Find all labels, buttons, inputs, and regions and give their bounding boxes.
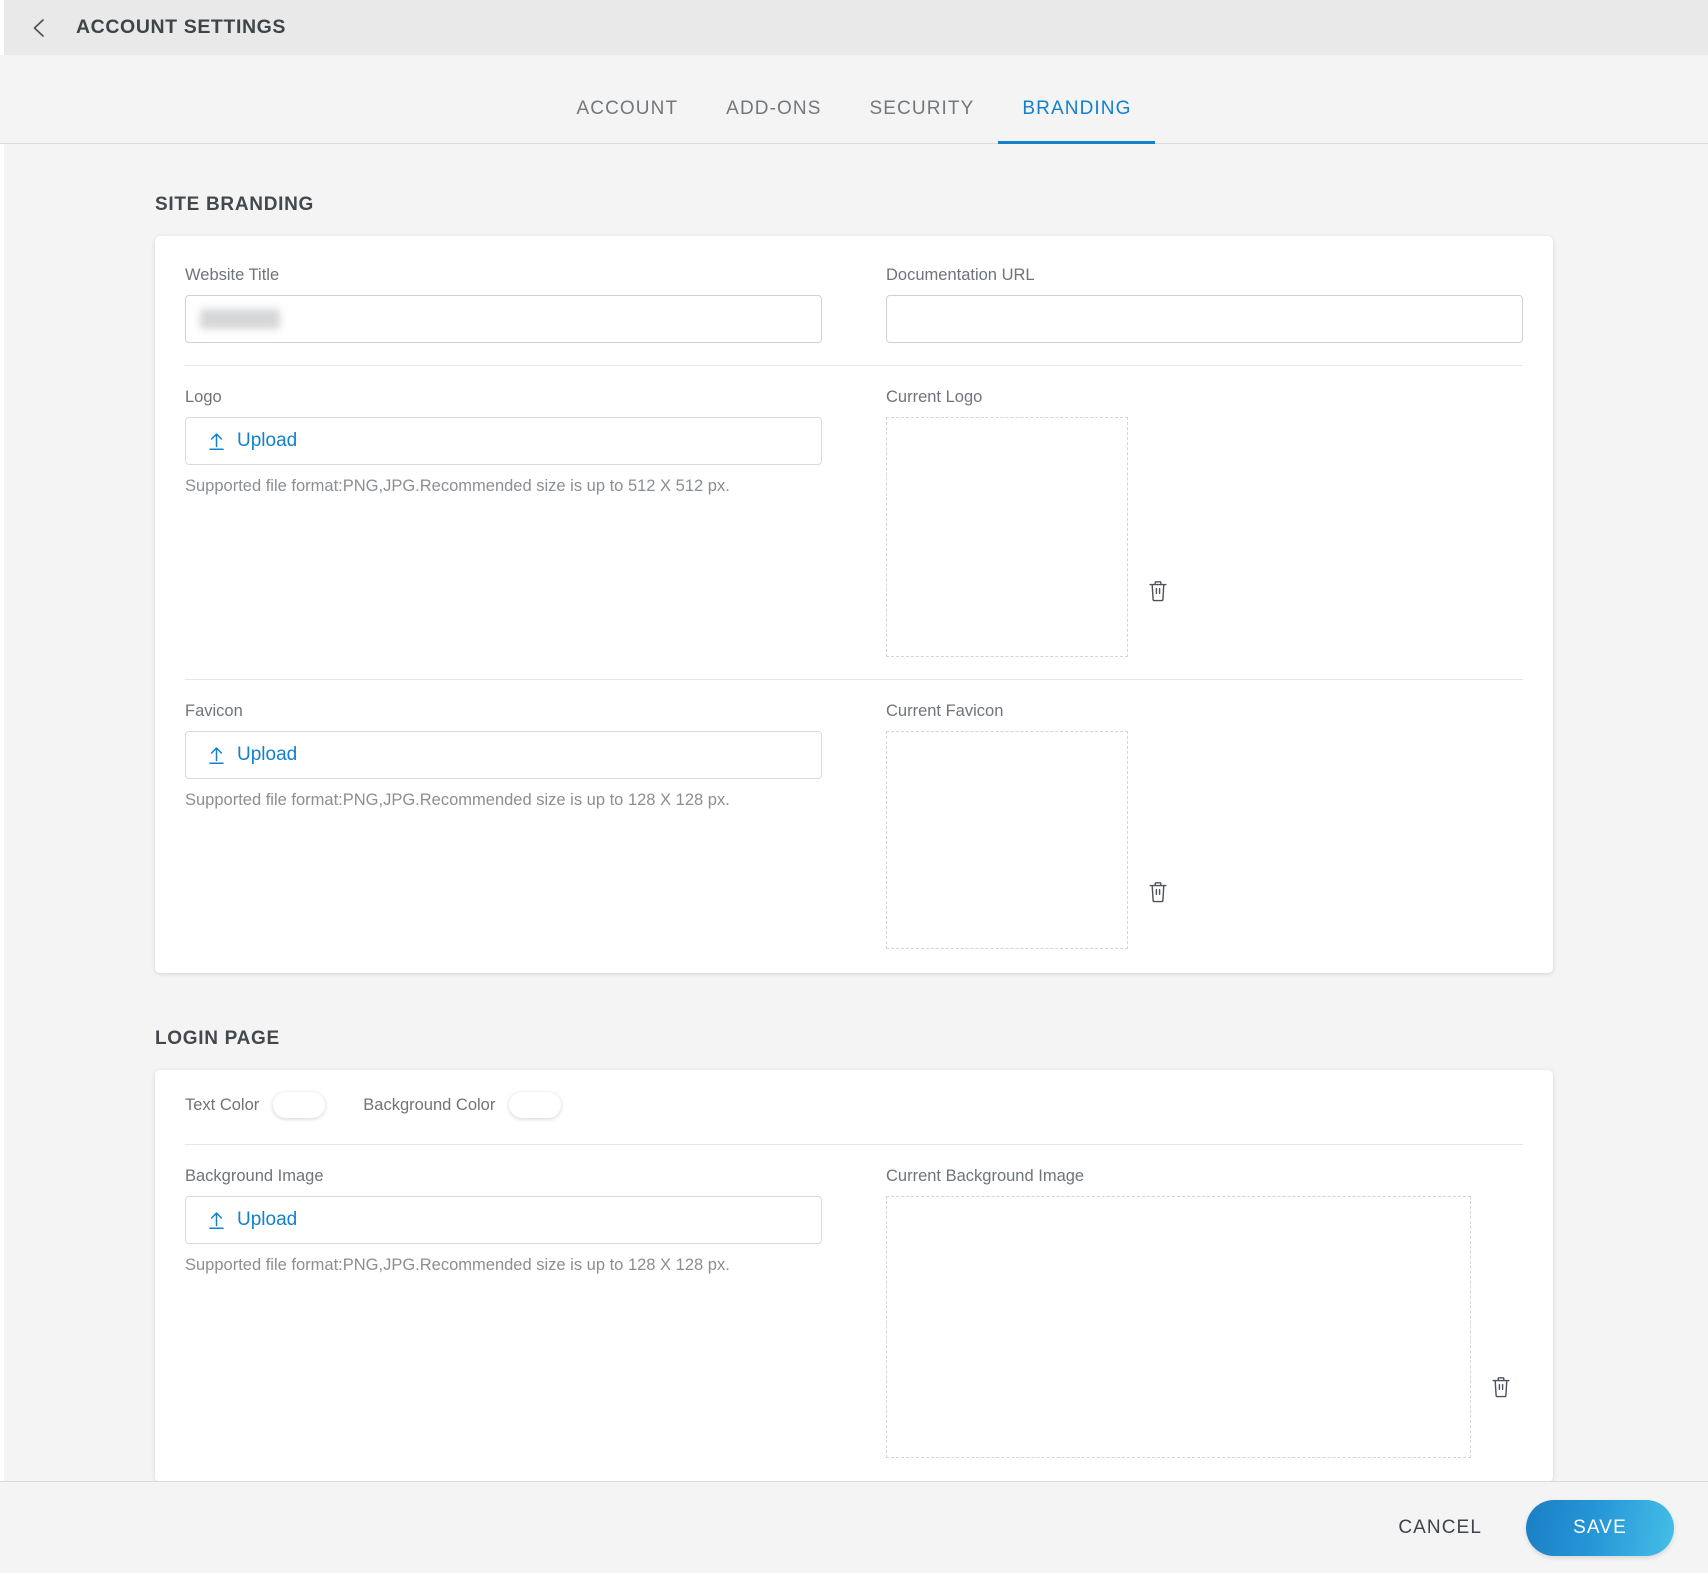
current-logo-field: Current Logo — [854, 388, 1523, 657]
current-background-image-preview-wrap — [886, 1196, 1523, 1458]
account-settings-page: ACCOUNT SETTINGS ACCOUNT ADD-ONS SECURIT… — [0, 0, 1708, 1573]
upload-arrow-icon — [208, 746, 225, 765]
logo-hint: Supported file format:PNG,JPG.Recommende… — [185, 477, 730, 495]
chevron-left-icon — [33, 18, 44, 37]
favicon-upload-button[interactable]: Upload — [185, 731, 822, 779]
section-title-login-page: LOGIN PAGE — [155, 1028, 280, 1049]
documentation-url-input[interactable] — [886, 295, 1523, 343]
background-image-upload-field: Background Image Upload Supported file f… — [185, 1167, 854, 1458]
background-color-swatch[interactable] — [509, 1092, 562, 1118]
delete-background-image-button[interactable] — [1479, 1365, 1523, 1409]
favicon-hint: Supported file format:PNG,JPG.Recommende… — [185, 791, 730, 809]
upload-arrow-icon — [208, 1211, 225, 1230]
logo-label: Logo — [185, 388, 222, 406]
save-button[interactable]: SAVE — [1526, 1499, 1674, 1556]
trash-icon — [1492, 1377, 1510, 1398]
current-favicon-label: Current Favicon — [886, 702, 1004, 720]
delete-logo-button[interactable] — [1136, 569, 1180, 613]
current-background-image-label: Current Background Image — [886, 1167, 1085, 1185]
current-logo-preview-wrap — [886, 417, 1523, 657]
back-button[interactable] — [22, 11, 56, 45]
cancel-button[interactable]: CANCEL — [1384, 1507, 1496, 1549]
trash-icon — [1149, 882, 1167, 903]
login-page-card: Text Color Background Color Background I… — [155, 1070, 1553, 1481]
documentation-url-label: Documentation URL — [886, 266, 1035, 284]
background-image-upload-label: Upload — [237, 1209, 298, 1230]
background-color-label: Background Color — [363, 1095, 496, 1114]
text-color-field: Text Color — [185, 1092, 326, 1118]
background-image-hint: Supported file format:PNG,JPG.Recommende… — [185, 1256, 730, 1274]
background-image-label: Background Image — [185, 1167, 324, 1185]
site-branding-card: Website Title Documentation URL Logo Upl… — [155, 236, 1553, 973]
favicon-upload-field: Favicon Upload Supported file format:PNG… — [185, 702, 854, 949]
divider-3 — [185, 1144, 1523, 1145]
row-background-image: Background Image Upload Supported file f… — [185, 1167, 1523, 1458]
logo-upload-field: Logo Upload Supported file format:PNG,JP… — [185, 388, 854, 657]
background-image-upload-button[interactable]: Upload — [185, 1196, 822, 1244]
favicon-upload-label: Upload — [237, 744, 298, 765]
divider-1 — [185, 365, 1523, 366]
website-title-label: Website Title — [185, 266, 280, 284]
tab-branding[interactable]: BRANDING — [998, 77, 1156, 144]
upload-arrow-icon — [208, 432, 225, 451]
divider-2 — [185, 679, 1523, 680]
page-title: ACCOUNT SETTINGS — [76, 16, 287, 38]
row-favicon: Favicon Upload Supported file format:PNG… — [185, 702, 1523, 949]
tab-security[interactable]: SECURITY — [846, 77, 999, 143]
current-background-image-field: Current Background Image — [854, 1167, 1523, 1458]
text-color-label: Text Color — [185, 1095, 260, 1114]
current-logo-label: Current Logo — [886, 388, 983, 406]
current-favicon-preview-wrap — [886, 731, 1523, 949]
logo-upload-button[interactable]: Upload — [185, 417, 822, 465]
top-bar: ACCOUNT SETTINGS — [0, 0, 1708, 55]
row-logo: Logo Upload Supported file format:PNG,JP… — [185, 388, 1523, 657]
website-title-field: Website Title — [185, 266, 854, 343]
delete-favicon-button[interactable] — [1136, 870, 1180, 914]
text-color-swatch[interactable] — [273, 1092, 326, 1118]
background-color-field: Background Color — [363, 1092, 562, 1118]
tab-account[interactable]: ACCOUNT — [553, 77, 703, 143]
settings-scroll-area[interactable]: SITE BRANDING Website Title Documentatio… — [0, 144, 1708, 1481]
current-logo-preview — [886, 417, 1128, 657]
tab-add-ons[interactable]: ADD-ONS — [702, 77, 845, 143]
section-title-site-branding: SITE BRANDING — [155, 194, 314, 215]
row-colors: Text Color Background Color — [185, 1090, 1523, 1118]
trash-icon — [1149, 581, 1167, 602]
current-favicon-field: Current Favicon — [854, 702, 1523, 949]
favicon-label: Favicon — [185, 702, 243, 720]
form-action-bar: CANCEL SAVE — [0, 1481, 1708, 1573]
logo-upload-label: Upload — [237, 430, 298, 451]
row-titles: Website Title Documentation URL — [185, 266, 1523, 343]
current-favicon-preview — [886, 731, 1128, 949]
documentation-url-field: Documentation URL — [854, 266, 1523, 343]
website-title-input[interactable] — [185, 295, 822, 343]
tab-bar: ACCOUNT ADD-ONS SECURITY BRANDING — [0, 55, 1708, 144]
current-background-image-preview — [886, 1196, 1471, 1458]
